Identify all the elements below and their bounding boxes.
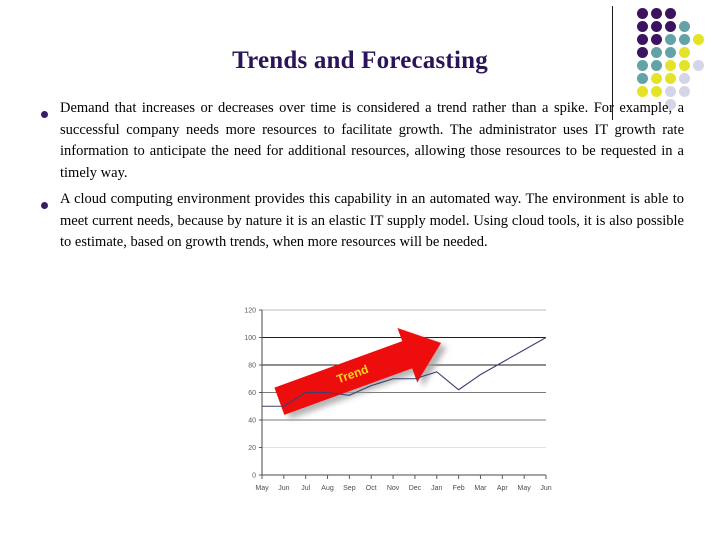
decorative-dot xyxy=(637,86,648,97)
x-axis-ticks xyxy=(261,475,547,479)
x-tick-label: Apr xyxy=(497,485,509,492)
decorative-dot xyxy=(665,34,676,45)
decorative-dot xyxy=(665,21,676,32)
decorative-dot xyxy=(679,86,690,97)
bullet-marker-icon xyxy=(32,189,60,214)
x-axis-tick-labels: May Jun Jul Aug Sep Oct Nov Dec Jan Feb Mar Apr May J… xyxy=(255,485,551,492)
x-tick-label: Jan xyxy=(431,485,442,492)
y-tick-label: 20 xyxy=(248,445,256,452)
decorative-dot xyxy=(693,34,704,45)
page-title: Trends and Forecasting xyxy=(232,47,488,74)
y-tick-label: 80 xyxy=(248,363,256,370)
decorative-dot xyxy=(665,8,676,19)
x-tick-label: Aug xyxy=(321,485,334,492)
decorative-dot xyxy=(651,8,662,19)
x-tick-label: Jun xyxy=(278,485,289,492)
chart-canvas: 0 20 40 60 80 100 120 Trend May Jun Jul Aug Sep Oct… xyxy=(244,308,551,492)
x-tick-label: Sep xyxy=(343,485,356,492)
bullet-text: Demand that increases or decreases over … xyxy=(60,100,684,181)
x-tick-label: Feb xyxy=(453,485,465,492)
decorative-dot xyxy=(637,34,648,45)
list-item: Demand that increases or decreases over … xyxy=(32,98,684,184)
decorative-dot xyxy=(637,21,648,32)
y-tick-label: 120 xyxy=(244,308,256,315)
y-tick-label: 40 xyxy=(248,418,256,425)
x-tick-label: Oct xyxy=(366,485,377,492)
decorative-dot xyxy=(679,34,690,45)
bullet-list: Demand that increases or decreases over … xyxy=(32,98,684,259)
bullet-text: A cloud computing environment provides t… xyxy=(60,191,684,250)
x-tick-label: Nov xyxy=(387,485,400,492)
x-tick-label: May xyxy=(518,485,532,492)
y-tick-label: 100 xyxy=(244,335,256,342)
decorative-dot xyxy=(637,8,648,19)
y-tick-label: 60 xyxy=(248,390,256,397)
y-axis-tick-labels: 0 20 40 60 80 100 120 xyxy=(244,308,256,480)
x-tick-label: Mar xyxy=(474,485,487,492)
decorative-dot xyxy=(651,21,662,32)
x-tick-label: Jun xyxy=(540,485,551,492)
decorative-dot xyxy=(651,86,662,97)
bullet-marker-icon xyxy=(32,98,60,123)
trend-arrow-annotation: Trend xyxy=(274,327,442,415)
decorative-dot xyxy=(679,21,690,32)
decorative-dot xyxy=(651,34,662,45)
decorative-dot xyxy=(665,86,676,97)
x-tick-label: Jul xyxy=(301,485,310,492)
trend-line-chart: 0 20 40 60 80 100 120 Trend May Jun Jul Aug Sep Oct… xyxy=(228,300,554,500)
y-tick-label: 0 xyxy=(252,473,256,480)
list-item: A cloud computing environment provides t… xyxy=(32,189,684,254)
x-tick-label: Dec xyxy=(409,485,422,492)
x-tick-label: May xyxy=(255,485,269,492)
